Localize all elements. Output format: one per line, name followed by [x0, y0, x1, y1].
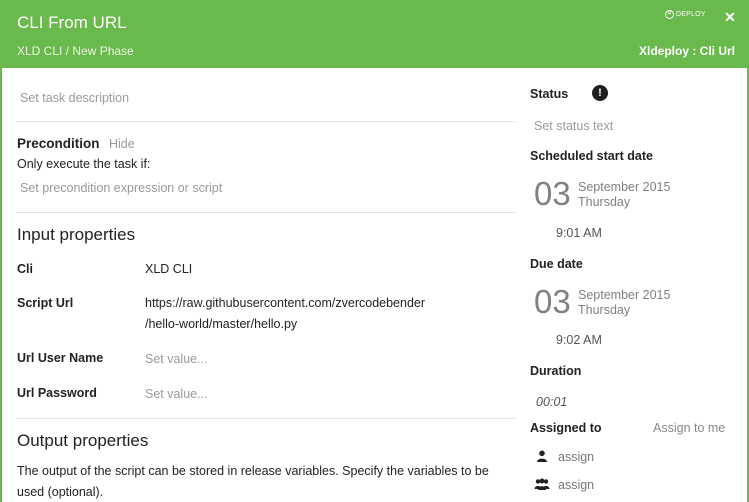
- divider: [15, 418, 515, 419]
- assign-user-link[interactable]: assign: [558, 450, 594, 464]
- status-text-field[interactable]: Set status text: [534, 119, 613, 133]
- exclamation-circle-icon: !: [592, 85, 608, 101]
- precondition-expression-field[interactable]: Set precondition expression or script: [20, 181, 222, 195]
- task-type-label: Xldeploy : Cli Url: [638, 44, 735, 58]
- team-icon: [534, 478, 550, 490]
- assign-team-link[interactable]: assign: [558, 478, 594, 492]
- precondition-title: Precondition: [17, 136, 100, 151]
- breadcrumb[interactable]: XLD CLI / New Phase: [17, 44, 134, 58]
- cli-value[interactable]: XLD CLI: [145, 259, 192, 280]
- dialog-title: CLI From URL: [17, 13, 127, 32]
- duration-label: Duration: [530, 364, 582, 378]
- output-properties-description: The output of the script can be stored i…: [17, 464, 489, 499]
- scheduled-start-label: Scheduled start date: [530, 149, 653, 163]
- url-user-name-label: Url User Name: [17, 351, 104, 365]
- url-user-name-field[interactable]: Set value...: [145, 352, 208, 366]
- due-time[interactable]: 9:02 AM: [556, 333, 602, 347]
- task-description-field[interactable]: Set task description: [20, 91, 129, 105]
- duration-value[interactable]: 00:01: [536, 395, 567, 409]
- scheduled-start-time[interactable]: 9:01 AM: [556, 226, 602, 240]
- divider: [15, 121, 515, 122]
- precondition-hide-link[interactable]: Hide: [109, 137, 135, 151]
- scheduled-weekday: Thursday: [578, 195, 631, 209]
- assign-to-me-link[interactable]: Assign to me: [653, 421, 725, 435]
- task-main-panel: Set task description Precondition Hide O…: [0, 68, 518, 502]
- divider: [15, 212, 515, 213]
- output-properties-title: Output properties: [17, 431, 149, 450]
- task-sidebar: Status ! Set status text Scheduled start…: [518, 68, 749, 502]
- url-password-field[interactable]: Set value...: [145, 387, 208, 401]
- script-url-line-2: /hello-world/master/hello.py: [145, 317, 298, 331]
- xl-logo-icon: ✕: [665, 10, 674, 19]
- script-url-line-1: https://raw.githubusercontent.com/zverco…: [145, 296, 426, 310]
- due-weekday: Thursday: [578, 303, 631, 317]
- url-password-label: Url Password: [17, 386, 97, 400]
- script-url-label: Script Url: [17, 296, 74, 310]
- precondition-subtitle: Only execute the task if:: [17, 157, 151, 171]
- logo-text: DEPLOY: [676, 11, 706, 18]
- assigned-to-label: Assigned to: [530, 421, 602, 435]
- due-date-label: Due date: [530, 257, 583, 271]
- dialog-header: CLI From URL XLD CLI / New Phase ✕ DEPLO…: [0, 0, 749, 68]
- status-label: Status: [530, 87, 569, 101]
- due-day: 03: [534, 283, 571, 320]
- cli-label: Cli: [17, 262, 33, 276]
- xl-deploy-logo: ✕ DEPLOY: [665, 10, 706, 19]
- script-url-value[interactable]: https://raw.githubusercontent.com/zverco…: [145, 293, 425, 335]
- input-properties-title: Input properties: [17, 225, 136, 244]
- close-icon[interactable]: ✕: [722, 9, 738, 25]
- due-month-year: September 2015: [578, 288, 671, 302]
- scheduled-day: 03: [534, 175, 571, 212]
- user-icon: [537, 450, 547, 462]
- scheduled-month-year: September 2015: [578, 180, 671, 194]
